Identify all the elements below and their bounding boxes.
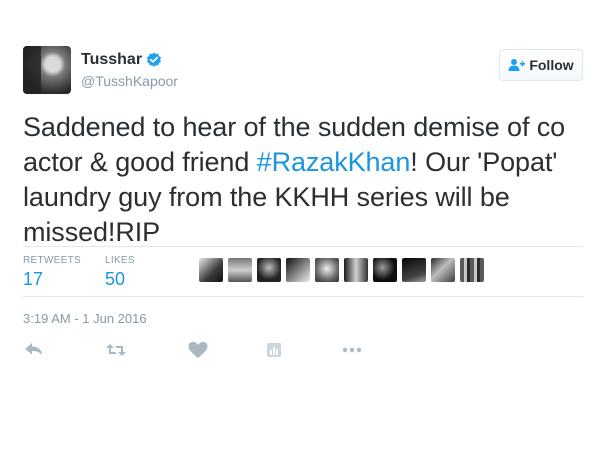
liker-avatar[interactable] [286, 258, 310, 282]
analytics-icon[interactable] [264, 340, 286, 360]
liker-avatar[interactable] [431, 258, 455, 282]
liker-avatar[interactable] [315, 258, 339, 282]
liker-avatar[interactable] [402, 258, 426, 282]
divider [23, 246, 583, 247]
display-name[interactable]: Tusshar [81, 51, 142, 69]
likes-stat[interactable]: LIKES 50 [105, 255, 135, 290]
liker-avatar[interactable] [199, 258, 223, 282]
likes-label: LIKES [105, 255, 135, 266]
follow-button[interactable]: Follow [499, 49, 583, 81]
tweet-timestamp[interactable]: 3:19 AM - 1 Jun 2016 [23, 311, 147, 326]
add-person-icon [508, 58, 526, 72]
retweets-count: 17 [23, 269, 44, 289]
retweets-label: RETWEETS [23, 255, 81, 266]
liker-avatar[interactable] [228, 258, 252, 282]
verified-badge-icon [146, 52, 162, 68]
hashtag-link[interactable]: #RazakKhan [257, 147, 411, 177]
user-name-row: Tusshar [81, 51, 162, 69]
more-dots-icon[interactable] [341, 340, 363, 360]
reply-icon[interactable] [23, 340, 45, 360]
liker-avatar[interactable] [344, 258, 368, 282]
retweet-icon[interactable] [105, 340, 127, 360]
heart-icon[interactable] [187, 340, 209, 360]
liker-avatars [199, 258, 489, 282]
avatar[interactable] [23, 46, 71, 94]
liker-avatar[interactable] [257, 258, 281, 282]
tweet-card: Tusshar @TusshKapoor Follow Saddened to … [0, 0, 600, 450]
tweet-text: Saddened to hear of the sudden demise of… [23, 110, 583, 250]
likes-count: 50 [105, 269, 126, 289]
user-handle[interactable]: @TusshKapoor [81, 73, 178, 89]
divider [23, 296, 583, 297]
liker-avatar[interactable] [373, 258, 397, 282]
retweets-stat[interactable]: RETWEETS 17 [23, 255, 81, 290]
liker-avatar[interactable] [460, 258, 484, 282]
follow-button-label: Follow [529, 57, 574, 73]
